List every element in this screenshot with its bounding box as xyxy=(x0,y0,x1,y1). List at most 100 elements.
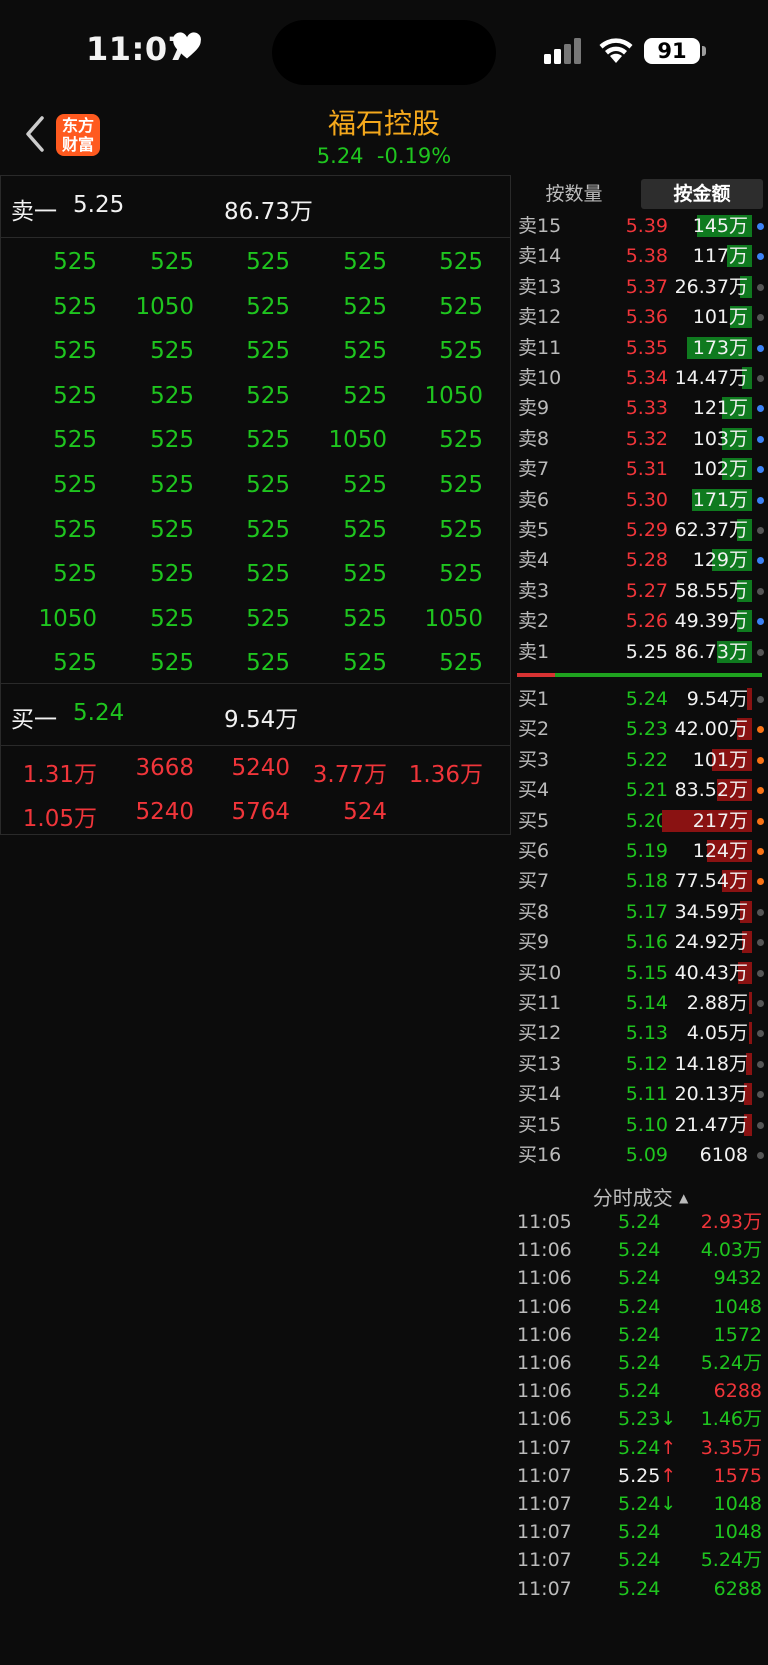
tick-row: 11:07 5.24↑ 3.35万 xyxy=(513,1434,768,1462)
sell-queue-volume: 86.73万 xyxy=(224,199,313,225)
level-dot xyxy=(757,878,764,886)
tick-volume: 1048 xyxy=(713,1295,762,1318)
buy-queue-order: 3668 xyxy=(135,755,194,781)
sell-queue-order: 1050 xyxy=(424,605,483,632)
bid-row[interactable]: 买7 5.18 77.54万 xyxy=(513,866,768,896)
bid-list[interactable]: 买1 5.24 9.54万 买2 5.23 42.00万 买3 5.22 101万 买4 5.21 8… xyxy=(513,684,768,1180)
level-price: 5.15 xyxy=(625,961,668,984)
tick-volume: 2.93万 xyxy=(700,1211,762,1233)
ask-row[interactable]: 卖1 5.25 86.73万 xyxy=(513,637,768,667)
order-queue-panel: 卖一 5.25 86.73万 525 525 525 525 525 525 1050 525… xyxy=(0,175,512,835)
heart-icon xyxy=(173,32,201,59)
level-volume: 121万 xyxy=(692,397,748,420)
tick-time: 11:07 xyxy=(517,1521,572,1544)
bid-row[interactable]: 买13 5.12 14.18万 xyxy=(513,1049,768,1079)
tab-by-amount[interactable]: 按金额 xyxy=(641,179,763,209)
sell-queue-order: 525 xyxy=(150,249,194,275)
level-label: 买1 xyxy=(518,688,550,710)
bid-row[interactable]: 买14 5.11 20.13万 xyxy=(513,1079,768,1109)
level-label: 买9 xyxy=(518,931,550,954)
level-dot xyxy=(757,223,764,230)
bid-row[interactable]: 买2 5.23 42.00万 xyxy=(513,714,768,744)
sell-queue-order: 525 xyxy=(246,338,290,365)
level-label: 卖8 xyxy=(518,427,550,450)
bid-row[interactable]: 买15 5.10 21.47万 xyxy=(513,1110,768,1140)
level-price: 5.12 xyxy=(625,1052,668,1075)
tick-volume: 1.46万 xyxy=(700,1408,762,1431)
level-dot xyxy=(757,283,764,291)
sell-queue-price: 5.25 xyxy=(73,192,125,218)
level-price: 5.37 xyxy=(625,275,668,298)
ask-row[interactable]: 卖9 5.33 121万 xyxy=(513,393,768,423)
ask-row[interactable]: 卖11 5.35 173万 xyxy=(513,333,768,363)
bid-row[interactable]: 买1 5.24 9.54万 xyxy=(513,684,768,714)
ask-row[interactable]: 卖12 5.36 101万 xyxy=(513,302,768,332)
bid-row[interactable]: 买9 5.16 24.92万 xyxy=(513,927,768,957)
tick-time: 11:06 xyxy=(517,1267,572,1290)
sell-queue-order: 525 xyxy=(343,293,387,320)
bid-row[interactable]: 买6 5.19 124万 xyxy=(513,836,768,866)
ask-row[interactable]: 卖7 5.31 102万 xyxy=(513,454,768,484)
sell-queue-order: 525 xyxy=(439,293,483,320)
sort-up-icon: ▲ xyxy=(679,1191,689,1205)
ask-row[interactable]: 卖10 5.34 14.47万 xyxy=(513,363,768,393)
ask-row[interactable]: 卖14 5.38 117万 xyxy=(513,241,768,271)
ask-row[interactable]: 卖8 5.32 103万 xyxy=(513,424,768,454)
sell-queue-order: 525 xyxy=(439,249,483,275)
ask-row[interactable]: 卖4 5.28 129万 xyxy=(513,545,768,575)
level-price: 5.19 xyxy=(625,840,668,862)
sell-queue-order: 525 xyxy=(343,382,387,409)
tick-row: 11:06 5.24 5.24万 xyxy=(513,1349,768,1377)
tick-row: 11:06 5.24 9432 xyxy=(513,1264,768,1292)
level-label: 卖4 xyxy=(518,549,550,572)
bid-row[interactable]: 买4 5.21 83.52万 xyxy=(513,775,768,805)
level-volume: 129万 xyxy=(692,549,748,572)
level-volume: 14.47万 xyxy=(674,367,748,389)
level-label: 买8 xyxy=(518,900,550,923)
level-dot xyxy=(757,587,764,595)
tick-time: 11:06 xyxy=(517,1380,572,1403)
tick-volume: 6288 xyxy=(713,1577,762,1600)
ask-row[interactable]: 卖15 5.39 145万 xyxy=(513,211,768,241)
ticks-title[interactable]: 分时成交 ▲ xyxy=(513,1182,768,1211)
bid-row[interactable]: 买12 5.13 4.05万 xyxy=(513,1018,768,1048)
orderbook-tabs: 按数量 按金额 xyxy=(513,175,768,209)
level-price: 5.22 xyxy=(625,748,668,771)
ask-row[interactable]: 卖13 5.37 26.37万 xyxy=(513,272,768,302)
tick-arrow: ↓ xyxy=(660,1493,677,1515)
buy-queue-order: 5240 xyxy=(231,755,290,781)
level-label: 买15 xyxy=(518,1113,562,1136)
level-price: 5.16 xyxy=(625,931,668,954)
bid-row[interactable]: 买3 5.22 101万 xyxy=(513,745,768,775)
sell-queue-order: 525 xyxy=(246,650,290,677)
level-dot xyxy=(757,756,764,764)
ask-row[interactable]: 卖6 5.30 171万 xyxy=(513,485,768,515)
bid-row[interactable]: 买5 5.20 217万 xyxy=(513,806,768,836)
ask-row[interactable]: 卖5 5.29 62.37万 xyxy=(513,515,768,545)
bid-row[interactable]: 买11 5.14 2.88万 xyxy=(513,988,768,1018)
bid-row[interactable]: 买8 5.17 34.59万 xyxy=(513,897,768,927)
volume-bar xyxy=(749,992,752,1014)
tab-by-quantity[interactable]: 按数量 xyxy=(513,179,635,209)
tick-time: 11:07 xyxy=(517,1436,572,1459)
level-dot xyxy=(757,527,764,534)
bid-row[interactable]: 买10 5.15 40.43万 xyxy=(513,958,768,988)
tick-price: 5.24 xyxy=(618,1321,698,1349)
level-label: 卖5 xyxy=(518,519,550,541)
ask-row[interactable]: 卖2 5.26 49.39万 xyxy=(513,606,768,636)
level-volume: 77.54万 xyxy=(674,870,748,893)
level-label: 买2 xyxy=(518,718,550,741)
sell-queue-order: 525 xyxy=(53,472,97,498)
bid-row[interactable]: 买16 5.09 6108 xyxy=(513,1140,768,1170)
sell-queue-order: 525 xyxy=(53,249,97,275)
tick-volume: 5.24万 xyxy=(700,1549,762,1572)
level-price: 5.24 xyxy=(625,688,668,710)
level-volume: 34.59万 xyxy=(674,900,748,923)
level-label: 买16 xyxy=(518,1144,562,1166)
tick-price-value: 5.24 xyxy=(618,1352,661,1374)
buy-queue-order: 1.05万 xyxy=(22,806,97,832)
level-price: 5.09 xyxy=(625,1144,668,1166)
tick-price: 5.24 xyxy=(618,1349,698,1377)
ask-row[interactable]: 卖3 5.27 58.55万 xyxy=(513,576,768,606)
dynamic-island xyxy=(272,20,496,85)
